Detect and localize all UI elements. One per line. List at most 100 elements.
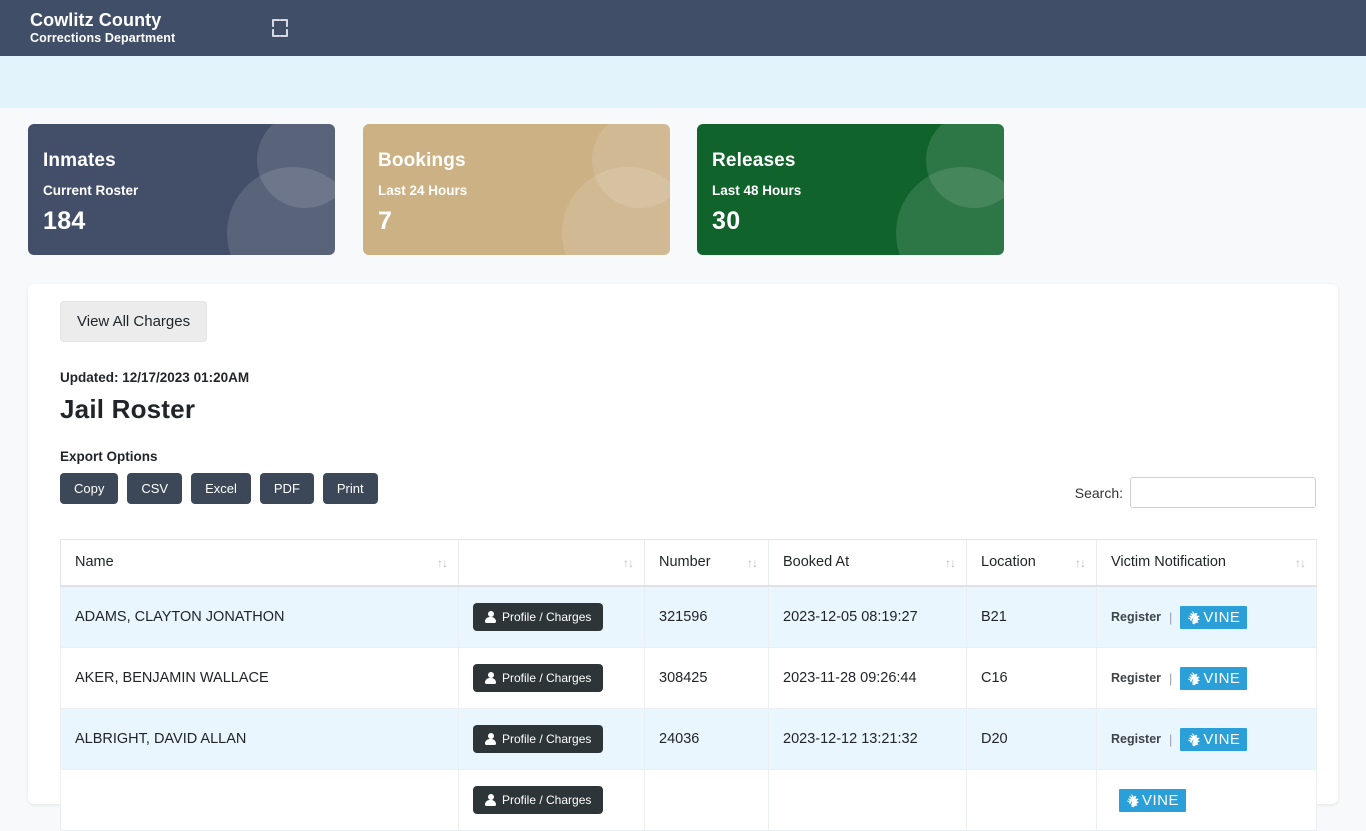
cell-number: 321596 bbox=[644, 586, 769, 648]
stat-card-subtitle: Last 24 Hours bbox=[378, 183, 468, 198]
export-csv-button[interactable]: CSV bbox=[127, 473, 183, 504]
person-icon bbox=[485, 672, 496, 684]
separator: | bbox=[1169, 731, 1173, 747]
cell-victim-notification: VINE bbox=[1096, 769, 1317, 831]
header-accent-band bbox=[0, 56, 1366, 108]
column-header-victim-notification[interactable]: Victim Notification ↑↓ bbox=[1096, 539, 1317, 587]
cell-victim-notification: Register | VINE bbox=[1096, 586, 1317, 648]
stat-card-value: 30 bbox=[712, 207, 741, 235]
cell-action: Profile / Charges bbox=[458, 708, 645, 770]
profile-charges-button[interactable]: Profile / Charges bbox=[473, 786, 604, 814]
column-header-number[interactable]: Number ↑↓ bbox=[644, 539, 769, 587]
page-title: Jail Roster bbox=[60, 394, 196, 424]
export-copy-button[interactable]: Copy bbox=[60, 473, 119, 504]
sort-updown-icon[interactable]: ↑↓ bbox=[945, 557, 956, 569]
cell-number: 308425 bbox=[644, 647, 769, 709]
vine-badge[interactable]: VINE bbox=[1119, 788, 1187, 812]
profile-charges-label: Profile / Charges bbox=[502, 671, 592, 685]
cell-booked-at: 2023-12-12 13:21:32 bbox=[768, 708, 967, 770]
stat-card-title: Inmates bbox=[43, 150, 116, 171]
search-input[interactable] bbox=[1130, 477, 1316, 508]
profile-charges-button[interactable]: Profile / Charges bbox=[473, 725, 604, 753]
table-row[interactable]: Profile / Charges VINE bbox=[60, 769, 1317, 831]
cell-name: ADAMS, CLAYTON JONATHON bbox=[60, 586, 459, 648]
cell-name: AKER, BENJAMIN WALLACE bbox=[60, 647, 459, 709]
vine-leaf-icon bbox=[1188, 732, 1201, 746]
person-icon bbox=[485, 611, 496, 623]
stat-card-releases[interactable]: Releases Last 48 Hours 30 bbox=[697, 124, 1004, 255]
column-header-label: Victim Notification bbox=[1111, 554, 1226, 570]
export-pdf-button[interactable]: PDF bbox=[259, 473, 314, 504]
table-body: ADAMS, CLAYTON JONATHON Profile / Charge… bbox=[60, 586, 1317, 831]
cell-number: 24036 bbox=[644, 708, 769, 770]
stat-cards: Inmates Current Roster 184 Bookings Last… bbox=[28, 124, 1338, 255]
profile-charges-label: Profile / Charges bbox=[502, 610, 592, 624]
column-header-label: Location bbox=[981, 554, 1036, 570]
vine-badge[interactable]: VINE bbox=[1180, 605, 1248, 629]
vine-label: VINE bbox=[1203, 730, 1241, 748]
fullscreen-expand-icon[interactable] bbox=[267, 15, 293, 41]
cell-location: B21 bbox=[966, 586, 1097, 648]
separator: | bbox=[1169, 670, 1173, 686]
cell-victim-notification: Register | VINE bbox=[1096, 647, 1317, 709]
register-link[interactable]: Register bbox=[1111, 671, 1161, 685]
cell-booked-at bbox=[768, 769, 967, 831]
jail-roster-table: Name ↑↓ ↑↓ Number ↑↓ Booked At ↑↓ Locati… bbox=[60, 539, 1317, 831]
search-label: Search: bbox=[1074, 484, 1123, 501]
stat-card-subtitle: Current Roster bbox=[43, 183, 139, 198]
last-updated-text: Updated: 12/17/2023 01:20AM bbox=[60, 370, 250, 385]
column-header-booked-at[interactable]: Booked At ↑↓ bbox=[768, 539, 967, 587]
vine-label: VINE bbox=[1142, 791, 1180, 809]
column-header-label: Number bbox=[659, 554, 711, 570]
export-excel-button[interactable]: Excel bbox=[191, 473, 251, 504]
table-row[interactable]: AKER, BENJAMIN WALLACE Profile / Charges… bbox=[60, 647, 1317, 709]
vine-badge[interactable]: VINE bbox=[1180, 727, 1248, 751]
cell-victim-notification: Register | VINE bbox=[1096, 708, 1317, 770]
profile-charges-label: Profile / Charges bbox=[502, 732, 592, 746]
stat-card-value: 7 bbox=[378, 207, 393, 235]
column-header-actions[interactable]: ↑↓ bbox=[458, 539, 645, 587]
column-header-name[interactable]: Name ↑↓ bbox=[60, 539, 459, 587]
table-header: Name ↑↓ ↑↓ Number ↑↓ Booked At ↑↓ Locati… bbox=[60, 539, 1317, 587]
column-header-label: Booked At bbox=[783, 554, 850, 570]
stat-card-subtitle: Last 48 Hours bbox=[712, 183, 802, 198]
profile-charges-button[interactable]: Profile / Charges bbox=[473, 664, 604, 692]
cell-action: Profile / Charges bbox=[458, 769, 645, 831]
register-link[interactable]: Register bbox=[1111, 732, 1161, 746]
brand-title: Cowlitz County bbox=[30, 9, 162, 30]
cell-location bbox=[966, 769, 1097, 831]
cell-location: D20 bbox=[966, 708, 1097, 770]
profile-charges-button[interactable]: Profile / Charges bbox=[473, 603, 604, 631]
stat-card-bookings[interactable]: Bookings Last 24 Hours 7 bbox=[363, 124, 670, 255]
cell-location: C16 bbox=[966, 647, 1097, 709]
sort-updown-icon[interactable]: ↑↓ bbox=[1075, 557, 1086, 569]
stat-card-inmates[interactable]: Inmates Current Roster 184 bbox=[28, 124, 335, 255]
sort-updown-icon[interactable]: ↑↓ bbox=[623, 557, 634, 569]
sort-updown-icon[interactable]: ↑↓ bbox=[437, 557, 448, 569]
column-header-label: Name bbox=[75, 554, 114, 570]
vine-leaf-icon bbox=[1188, 610, 1201, 624]
sort-updown-icon[interactable]: ↑↓ bbox=[1295, 557, 1306, 569]
vine-leaf-icon bbox=[1188, 671, 1201, 685]
profile-charges-label: Profile / Charges bbox=[502, 793, 592, 807]
table-row[interactable]: ALBRIGHT, DAVID ALLAN Profile / Charges … bbox=[60, 708, 1317, 770]
cell-name bbox=[60, 769, 459, 831]
sort-updown-icon[interactable]: ↑↓ bbox=[747, 557, 758, 569]
export-options-label: Export Options bbox=[60, 449, 158, 464]
vine-leaf-icon bbox=[1127, 793, 1139, 807]
stat-card-title: Bookings bbox=[378, 150, 466, 171]
view-all-charges-button[interactable]: View All Charges bbox=[60, 301, 208, 342]
register-link[interactable]: Register bbox=[1111, 610, 1161, 624]
export-print-button[interactable]: Print bbox=[322, 473, 378, 504]
table-row[interactable]: ADAMS, CLAYTON JONATHON Profile / Charge… bbox=[60, 586, 1317, 648]
table-header-row: Name ↑↓ ↑↓ Number ↑↓ Booked At ↑↓ Locati… bbox=[60, 539, 1317, 587]
search-area: Search: bbox=[1075, 477, 1316, 508]
cell-action: Profile / Charges bbox=[458, 586, 645, 648]
vine-badge[interactable]: VINE bbox=[1180, 666, 1248, 690]
column-header-location[interactable]: Location ↑↓ bbox=[966, 539, 1097, 587]
cell-action: Profile / Charges bbox=[458, 647, 645, 709]
person-icon bbox=[485, 794, 496, 806]
jail-roster-table-wrap: Name ↑↓ ↑↓ Number ↑↓ Booked At ↑↓ Locati… bbox=[60, 539, 1317, 831]
app-header: Cowlitz County Corrections Department bbox=[0, 0, 1366, 56]
brand: Cowlitz County Corrections Department bbox=[30, 9, 175, 46]
